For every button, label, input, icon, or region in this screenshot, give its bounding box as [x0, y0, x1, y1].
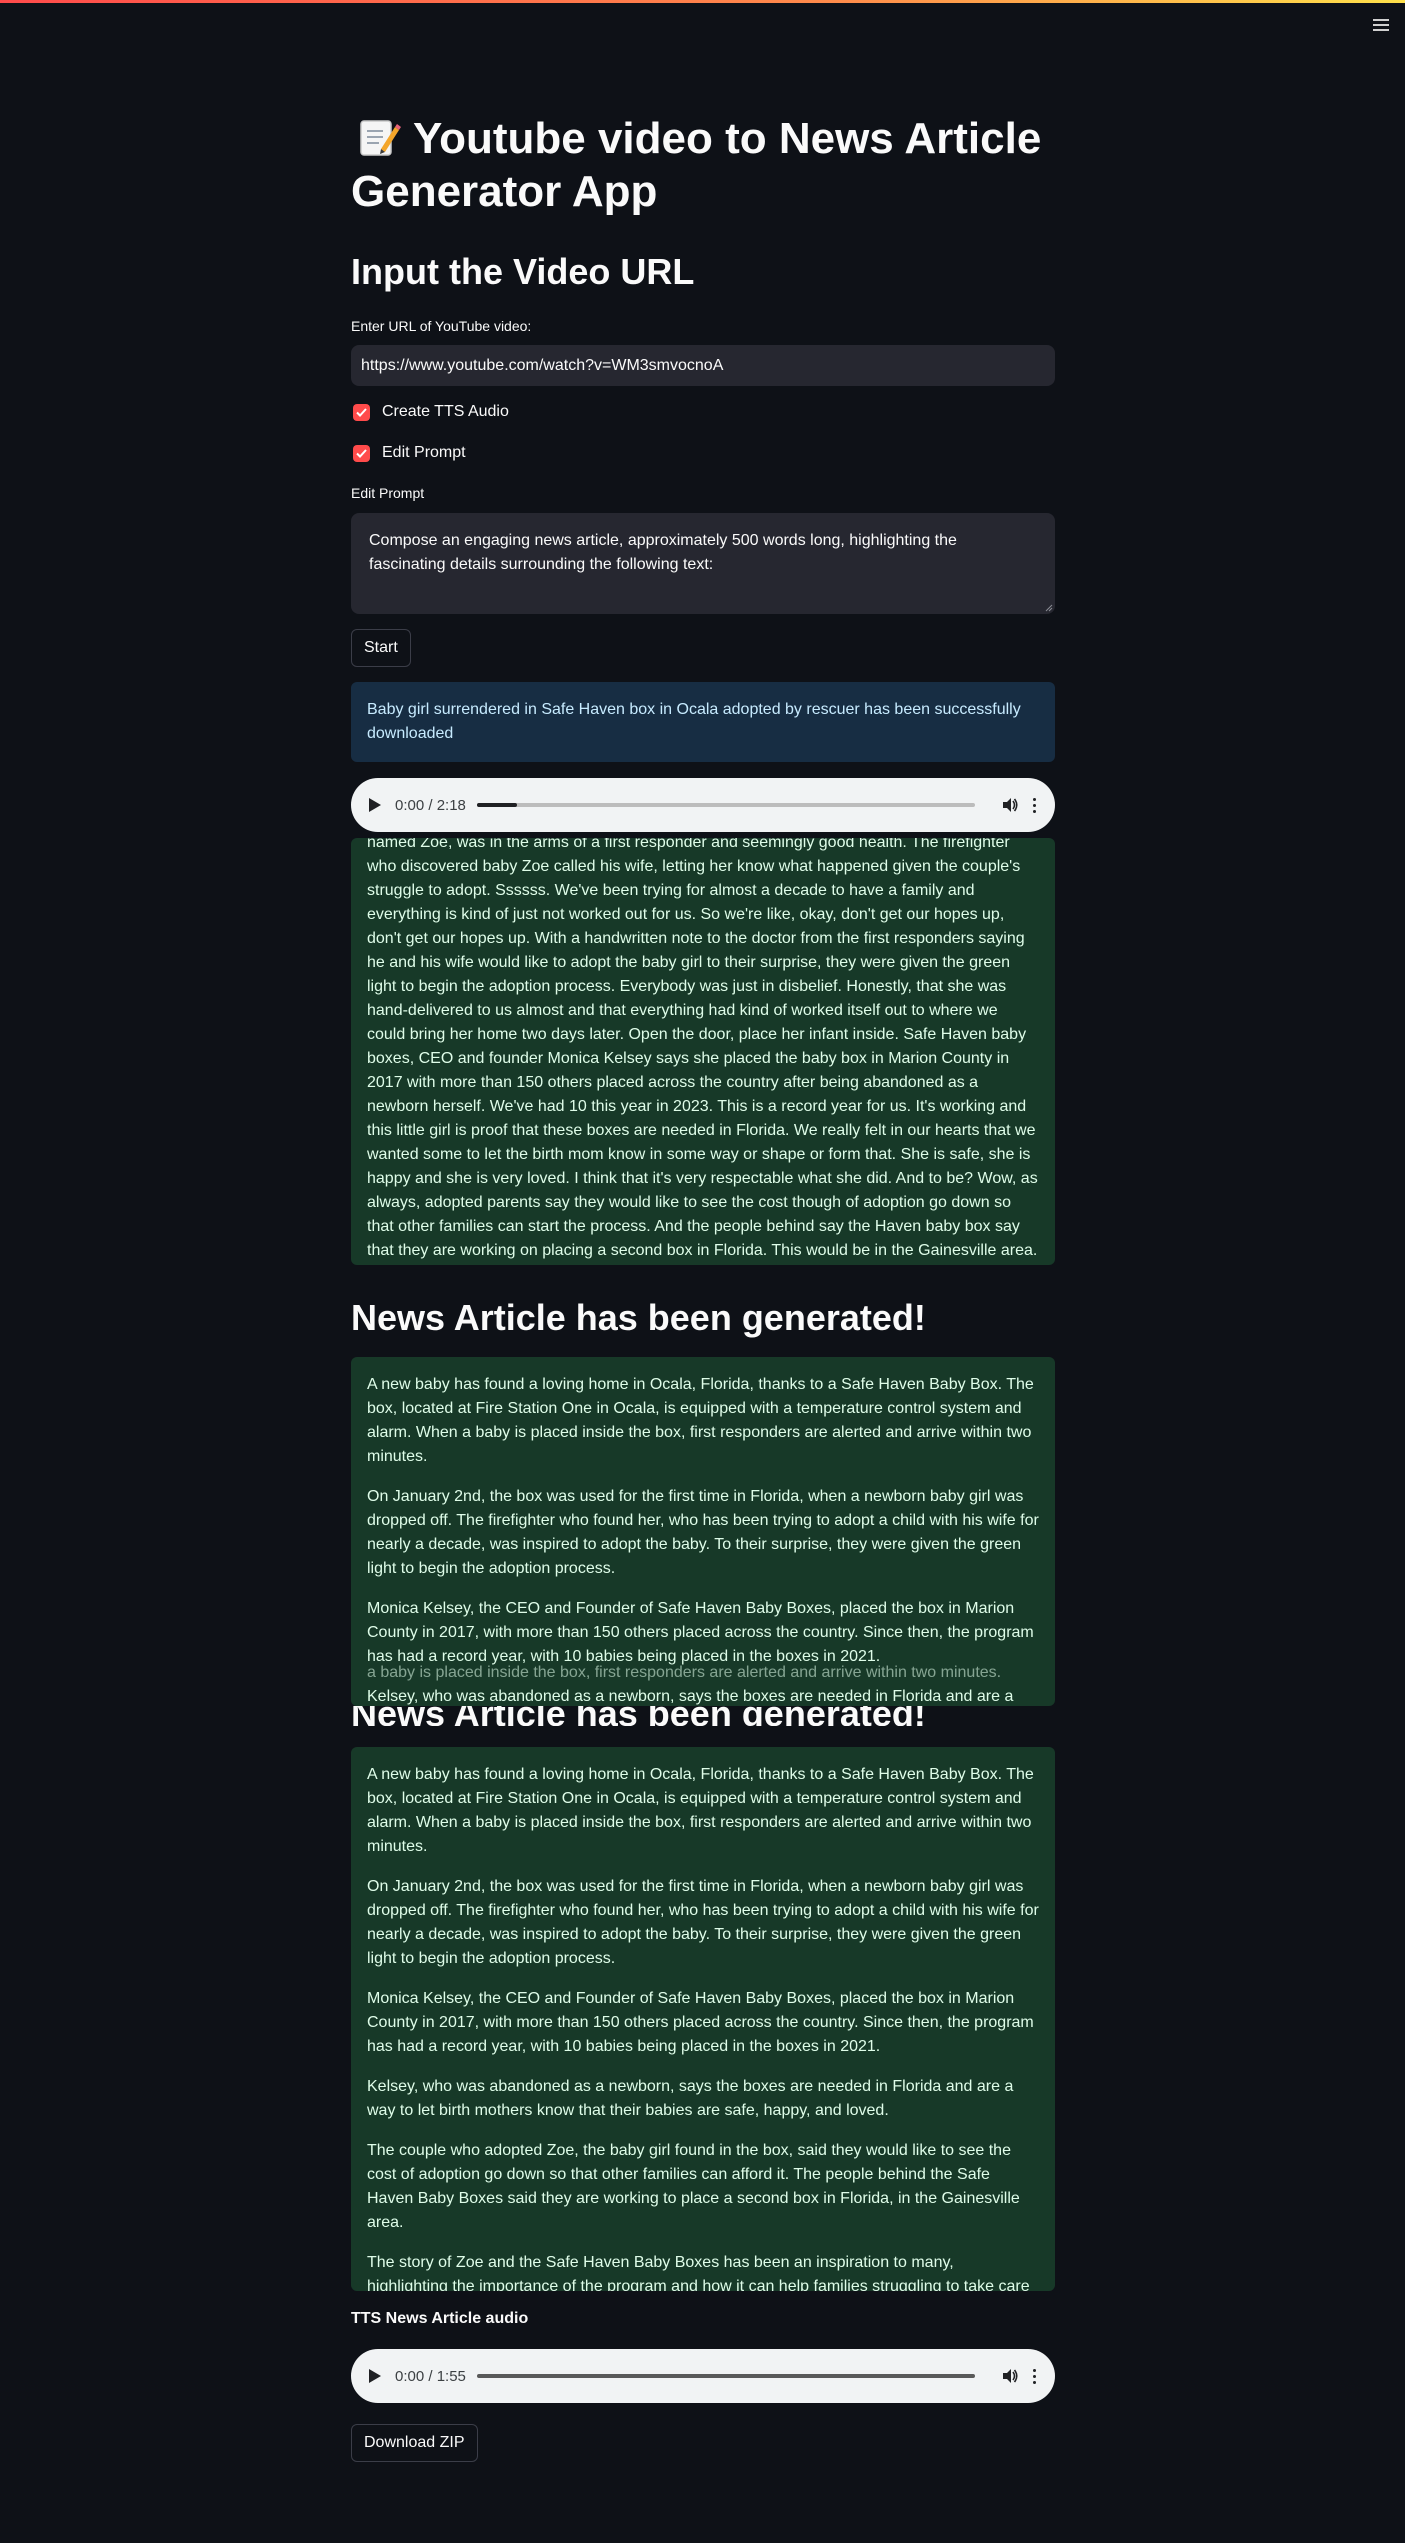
article-paragraph: The couple who adopted Zoe, the baby gir… — [367, 2142, 1020, 2231]
video-audio-player[interactable]: 0:00 / 2:18 — [351, 778, 1055, 832]
hamburger-menu-icon[interactable] — [1369, 14, 1393, 36]
url-input[interactable]: https://www.youtube.com/watch?v=WM3smvoc… — [351, 345, 1055, 386]
article-paragraph: Kelsey, who was abandoned as a newborn, … — [367, 2078, 1014, 2119]
prompt-textarea[interactable]: Compose an engaging news article, approx… — [351, 513, 1055, 614]
create-tts-checkbox[interactable] — [353, 403, 370, 421]
article-heading: News Article has been generated! — [351, 1297, 926, 1338]
article-paragraph: Monica Kelsey, the CEO and Founder of Sa… — [367, 1990, 1034, 2055]
article-paragraph: On January 2nd, the box was used for the… — [367, 1878, 1039, 1967]
start-button[interactable]: Start — [351, 629, 411, 667]
more-options-icon[interactable] — [1031, 797, 1037, 813]
article-paragraph: Monica Kelsey, the CEO and Founder of Sa… — [367, 1600, 1034, 1665]
resize-grip-icon[interactable] — [1045, 604, 1053, 612]
page-title: Youtube video to News Article Generator … — [351, 112, 1055, 218]
check-icon — [356, 407, 367, 417]
tts-audio-player[interactable]: 0:00 / 1:55 — [351, 2349, 1055, 2403]
more-options-icon[interactable] — [1031, 2368, 1037, 2384]
prompt-text: Compose an engaging news article, approx… — [369, 532, 957, 573]
audio-seek-bar[interactable] — [477, 2374, 975, 2378]
article-heading-duplicate: News Article has been generated! — [351, 1706, 926, 1726]
play-icon[interactable] — [369, 798, 381, 812]
article-box-overlay: A new baby has found a loving home in Oc… — [351, 1357, 1055, 1706]
article-paragraph: On January 2nd, the box was used for the… — [367, 1488, 1039, 1577]
prompt-label: Edit Prompt — [351, 485, 425, 501]
article-heading-clipped: News Article has been generated! — [351, 1706, 1055, 1726]
article-paragraph: The story of Zoe and the Safe Haven Baby… — [367, 2254, 1030, 2291]
url-label: Enter URL of YouTube video: — [351, 318, 532, 334]
download-zip-button[interactable]: Download ZIP — [351, 2424, 478, 2462]
memo-icon — [360, 120, 401, 156]
article-paragraph: A new baby has found a loving home in Oc… — [367, 1376, 1034, 1465]
download-info-alert: Baby girl surrendered in Safe Haven box … — [351, 682, 1055, 762]
audio-seek-bar[interactable] — [477, 803, 975, 807]
edit-prompt-checkbox[interactable] — [353, 444, 370, 462]
tts-audio-label: TTS News Article audio — [351, 2310, 529, 2327]
play-icon[interactable] — [369, 2369, 381, 2383]
transcript-text: named Zoe, was in the arms of a first re… — [367, 838, 1038, 1259]
page-title-text: Youtube video to News Article Generator … — [351, 114, 1042, 216]
create-tts-label: Create TTS Audio — [382, 403, 509, 420]
input-section-heading: Input the Video URL — [351, 251, 695, 292]
edit-prompt-label: Edit Prompt — [382, 444, 466, 461]
overlay-ghost-line: a baby is placed inside the box, first r… — [367, 1664, 1002, 1681]
create-tts-checkbox-row[interactable]: Create TTS Audio — [351, 403, 509, 421]
volume-icon[interactable] — [1001, 2367, 1019, 2385]
article-box: A new baby has found a loving home in Oc… — [351, 1747, 1055, 2291]
audio-seek-progress — [477, 803, 517, 807]
audio-time: 0:00 / 1:55 — [395, 2367, 466, 2385]
transcript-box: named Zoe, was in the arms of a first re… — [351, 838, 1055, 1265]
article-paragraph: Kelsey, who was abandoned as a newborn, … — [367, 1688, 1014, 1705]
audio-time: 0:00 / 2:18 — [395, 796, 466, 814]
check-icon — [356, 448, 367, 458]
article-paragraph: A new baby has found a loving home in Oc… — [367, 1766, 1034, 1855]
top-decoration-bar — [0, 0, 1405, 3]
volume-icon[interactable] — [1001, 796, 1019, 814]
edit-prompt-checkbox-row[interactable]: Edit Prompt — [351, 444, 466, 462]
